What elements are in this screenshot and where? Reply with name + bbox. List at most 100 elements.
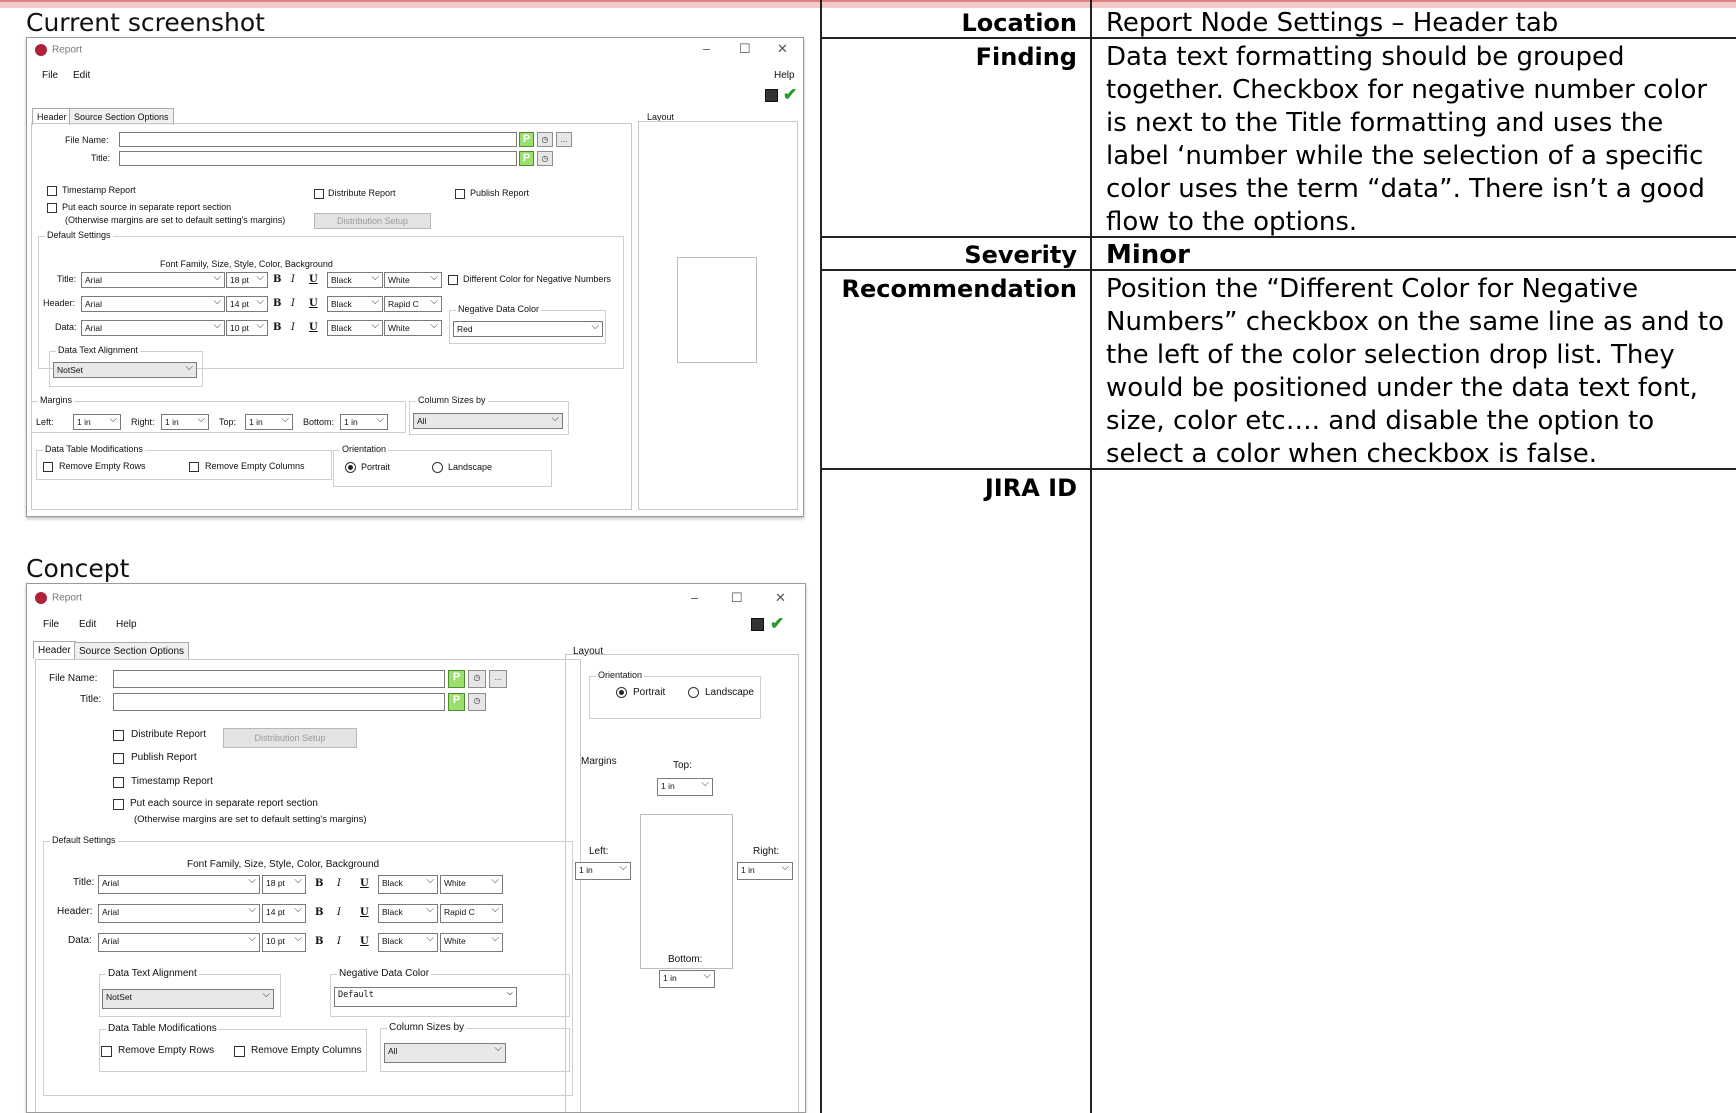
file-name-clock-button[interactable]: ◷: [468, 670, 486, 688]
margin-top-select[interactable]: 1 in: [657, 778, 713, 796]
browse-button[interactable]: ...: [489, 670, 507, 688]
menu-edit[interactable]: Edit: [79, 619, 96, 630]
title-input[interactable]: [113, 693, 445, 711]
portrait-radio[interactable]: [616, 687, 627, 698]
title-size-select[interactable]: 18 pt: [262, 875, 306, 894]
title-background-select[interactable]: White: [384, 272, 442, 288]
tab-header[interactable]: Header: [33, 641, 76, 659]
publish-report-checkbox[interactable]: [455, 189, 465, 199]
header-color-select[interactable]: Black: [378, 904, 438, 923]
margin-left-select[interactable]: 1 in: [73, 414, 121, 430]
portrait-radio[interactable]: [345, 462, 356, 473]
file-name-p-button[interactable]: P: [519, 132, 534, 147]
header-bold-button[interactable]: B: [273, 298, 281, 309]
title-p-button[interactable]: P: [519, 151, 534, 166]
data-font-select[interactable]: Arial: [81, 320, 225, 336]
title-font-select[interactable]: Arial: [98, 875, 260, 894]
menu-help[interactable]: Help: [774, 70, 795, 81]
column-sizes-select[interactable]: All: [384, 1043, 506, 1063]
title-underline-button[interactable]: U: [360, 878, 369, 889]
title-bold-button[interactable]: B: [315, 878, 323, 889]
file-name-p-button[interactable]: P: [448, 670, 465, 688]
title-color-select[interactable]: Black: [327, 272, 383, 288]
title-color-select[interactable]: Black: [378, 875, 438, 894]
distribute-report-checkbox[interactable]: [314, 189, 324, 199]
margin-right-select[interactable]: 1 in: [737, 862, 793, 880]
title-italic-button[interactable]: I: [337, 878, 341, 889]
negative-data-color-select[interactable]: Red: [453, 321, 603, 337]
data-color-select[interactable]: Black: [378, 933, 438, 952]
header-underline-button[interactable]: U: [360, 907, 369, 918]
margin-top-select[interactable]: 1 in: [245, 414, 293, 430]
file-name-input[interactable]: [113, 670, 445, 688]
header-size-select[interactable]: 14 pt: [226, 296, 268, 312]
distribution-setup-button[interactable]: Distribution Setup: [223, 728, 357, 748]
title-input[interactable]: [119, 151, 517, 166]
negative-data-color-select[interactable]: Default: [334, 987, 517, 1007]
minimize-icon[interactable]: –: [691, 590, 698, 605]
header-underline-button[interactable]: U: [309, 298, 318, 309]
distribution-setup-button[interactable]: Distribution Setup: [314, 213, 431, 229]
header-font-select[interactable]: Arial: [81, 296, 225, 312]
data-italic-button[interactable]: I: [337, 936, 341, 947]
data-bold-button[interactable]: B: [273, 322, 281, 333]
menu-edit[interactable]: Edit: [73, 70, 90, 81]
data-bold-button[interactable]: B: [315, 936, 323, 947]
data-size-select[interactable]: 10 pt: [262, 933, 306, 952]
data-font-select[interactable]: Arial: [98, 933, 260, 952]
data-size-select[interactable]: 10 pt: [226, 320, 268, 336]
remove-empty-rows-checkbox[interactable]: [43, 462, 53, 472]
title-p-button[interactable]: P: [448, 693, 465, 711]
save-icon[interactable]: [765, 89, 778, 102]
remove-empty-columns-checkbox[interactable]: [234, 1046, 245, 1057]
separate-section-checkbox[interactable]: [47, 203, 57, 213]
browse-button[interactable]: ...: [556, 132, 572, 147]
title-size-select[interactable]: 18 pt: [226, 272, 268, 288]
title-font-select[interactable]: Arial: [81, 272, 225, 288]
margin-bottom-select[interactable]: 1 in: [340, 414, 388, 430]
margin-left-select[interactable]: 1 in: [575, 862, 631, 880]
distribute-report-checkbox[interactable]: [113, 730, 124, 741]
timestamp-report-checkbox[interactable]: [113, 777, 124, 788]
title-underline-button[interactable]: U: [309, 274, 318, 285]
menu-file[interactable]: File: [43, 619, 59, 630]
data-color-select[interactable]: Black: [327, 320, 383, 336]
margin-right-select[interactable]: 1 in: [161, 414, 209, 430]
column-sizes-select[interactable]: All: [413, 413, 563, 429]
menu-file[interactable]: File: [42, 70, 58, 81]
data-text-alignment-select[interactable]: NotSet: [53, 362, 197, 378]
landscape-radio[interactable]: [432, 462, 443, 473]
data-italic-button[interactable]: I: [291, 322, 295, 333]
header-background-select[interactable]: Rapid C: [384, 296, 442, 312]
file-name-input[interactable]: [119, 132, 517, 147]
apply-check-icon[interactable]: ✔: [770, 615, 784, 632]
data-underline-button[interactable]: U: [309, 322, 318, 333]
header-italic-button[interactable]: I: [337, 907, 341, 918]
header-italic-button[interactable]: I: [291, 298, 295, 309]
publish-report-checkbox[interactable]: [113, 753, 124, 764]
apply-check-icon[interactable]: ✔: [783, 86, 797, 103]
header-color-select[interactable]: Black: [327, 296, 383, 312]
file-name-clock-button[interactable]: ◷: [537, 132, 553, 147]
margin-bottom-select[interactable]: 1 in: [659, 970, 715, 988]
save-icon[interactable]: [751, 618, 764, 631]
header-bold-button[interactable]: B: [315, 907, 323, 918]
tab-source-section-options[interactable]: Source Section Options: [74, 642, 190, 660]
title-clock-button[interactable]: ◷: [537, 151, 553, 166]
title-italic-button[interactable]: I: [291, 274, 295, 285]
header-size-select[interactable]: 14 pt: [262, 904, 306, 923]
data-background-select[interactable]: White: [384, 320, 442, 336]
minimize-icon[interactable]: –: [703, 41, 710, 56]
separate-section-checkbox[interactable]: [113, 799, 124, 810]
remove-empty-rows-checkbox[interactable]: [101, 1046, 112, 1057]
maximize-icon[interactable]: ☐: [739, 41, 751, 57]
menu-help[interactable]: Help: [116, 619, 137, 630]
title-clock-button[interactable]: ◷: [468, 693, 486, 711]
header-font-select[interactable]: Arial: [98, 904, 260, 923]
title-background-select[interactable]: White: [440, 875, 503, 894]
remove-empty-columns-checkbox[interactable]: [189, 462, 199, 472]
title-bold-button[interactable]: B: [273, 274, 281, 285]
data-underline-button[interactable]: U: [360, 936, 369, 947]
close-icon[interactable]: ✕: [777, 41, 788, 57]
timestamp-report-checkbox[interactable]: [47, 186, 57, 196]
